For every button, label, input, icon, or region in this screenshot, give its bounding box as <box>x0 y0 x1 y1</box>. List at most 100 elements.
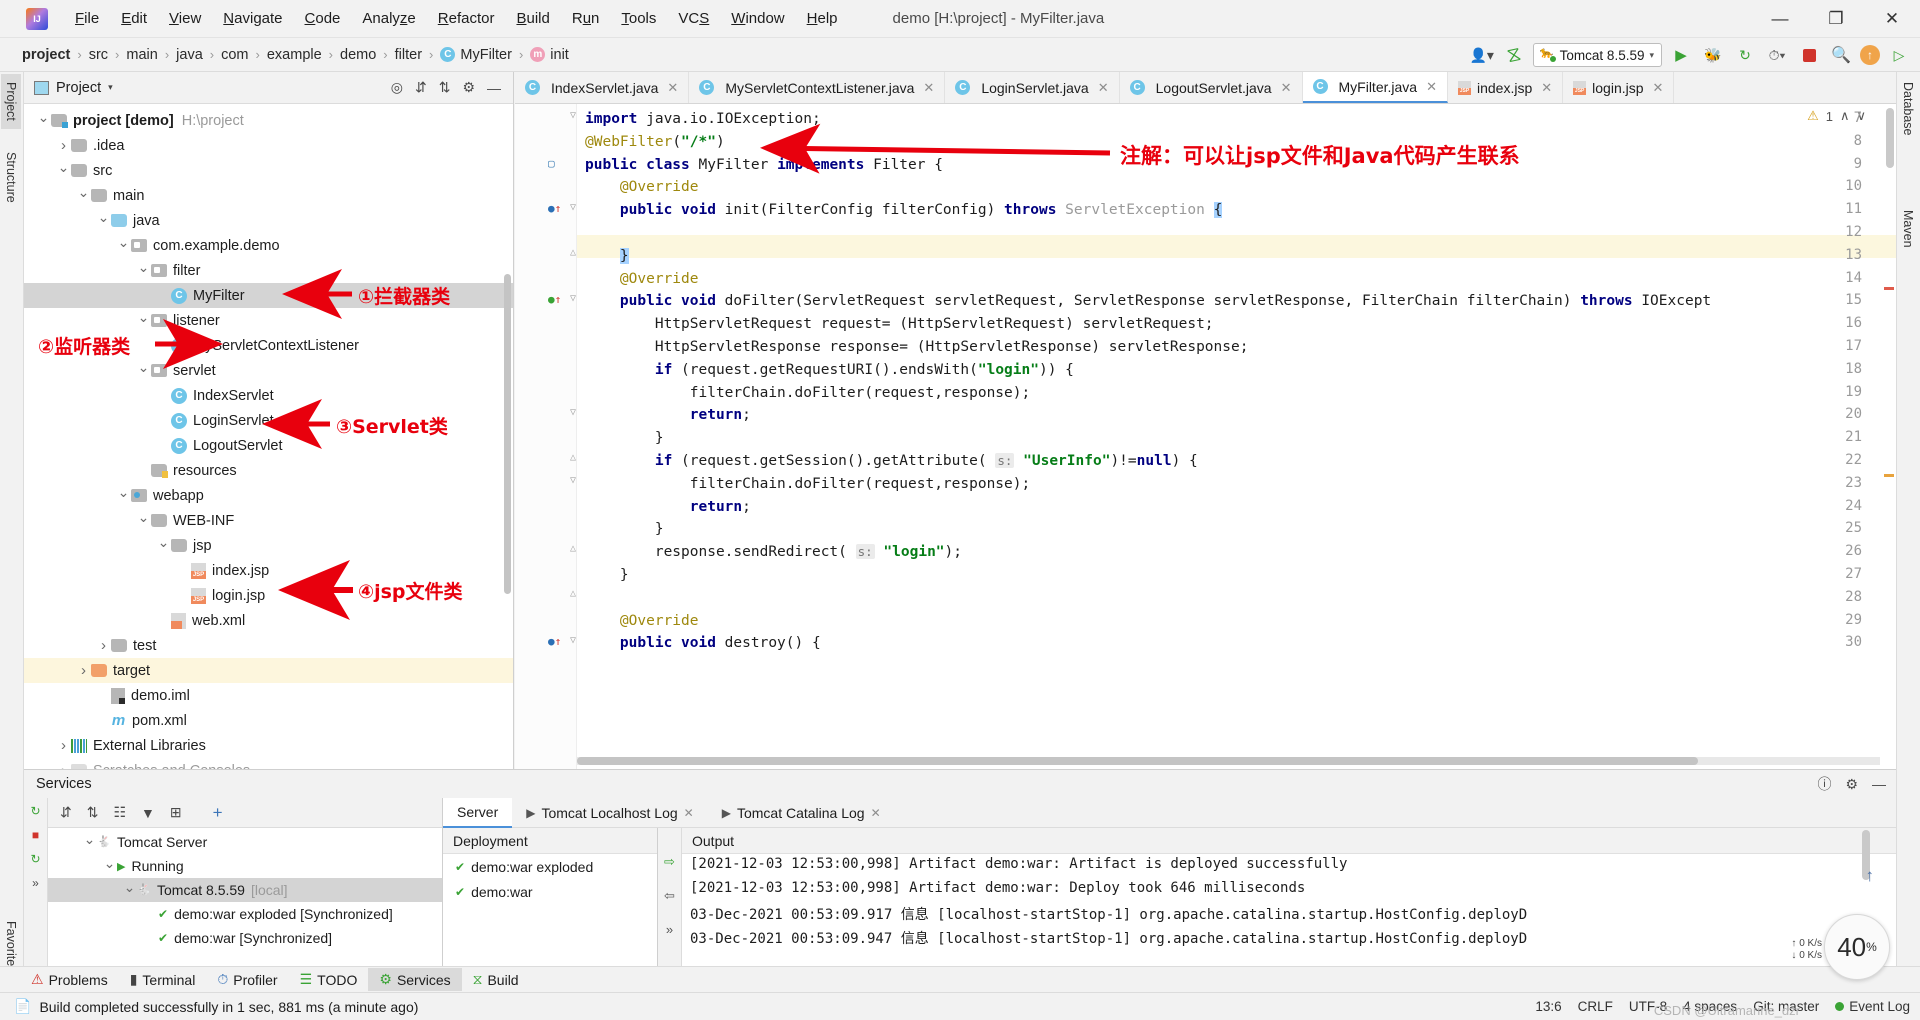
chevron-down-icon[interactable] <box>36 112 51 129</box>
run-icon[interactable]: ▶ <box>1668 43 1694 67</box>
tree-row-webapp[interactable]: webapp <box>24 483 513 508</box>
chevron-right-icon[interactable] <box>76 662 91 679</box>
menu-build[interactable]: Build <box>505 6 560 31</box>
override-marker-icon[interactable]: ●↑ <box>548 202 561 215</box>
deployment-row-war[interactable]: ✔ demo:war <box>443 879 657 904</box>
close-icon[interactable]: ✕ <box>667 80 678 96</box>
project-tree-scrollbar[interactable] <box>504 274 511 594</box>
tool-window-button-maven[interactable]: Maven <box>1898 202 1918 256</box>
stop-icon[interactable]: ■ <box>32 828 39 842</box>
event-log[interactable]: Event Log <box>1835 999 1910 1014</box>
close-button[interactable]: ✕ <box>1864 0 1920 38</box>
chevron-down-icon[interactable] <box>136 512 151 529</box>
more-icon[interactable]: » <box>666 922 673 937</box>
close-icon[interactable]: ✕ <box>871 806 881 820</box>
tree-row-pom-xml[interactable]: m pom.xml <box>24 708 513 733</box>
implements-marker-icon[interactable]: ▢ <box>548 157 555 170</box>
bottom-tab-build[interactable]: ⧖ Build <box>462 968 530 991</box>
settings-icon[interactable]: ⚙ <box>1845 776 1858 793</box>
tree-row-package-com-example-demo[interactable]: com.example.demo <box>24 233 513 258</box>
tree-row-scratches[interactable]: Scratches and Consoles <box>24 758 513 769</box>
fold-marker-icon[interactable]: △ <box>570 452 576 463</box>
fold-marker-icon[interactable]: ▽ <box>570 635 576 646</box>
menu-navigate[interactable]: Navigate <box>212 6 293 31</box>
tree-row-src[interactable]: src <box>24 158 513 183</box>
undeploy-icon[interactable]: ⇦ <box>664 888 675 904</box>
tree-row-resources[interactable]: resources <box>24 458 513 483</box>
fold-marker-icon[interactable]: △ <box>570 588 576 599</box>
deploy-icon[interactable]: ⇨ <box>664 854 675 870</box>
fold-marker-icon[interactable]: ▽ <box>570 202 576 213</box>
hide-icon[interactable]: — <box>1872 776 1886 792</box>
add-tab-icon[interactable]: ⊞ <box>170 804 182 821</box>
tree-row-myfilter[interactable]: C MyFilter <box>24 283 513 308</box>
rerun-icon[interactable]: ↻ <box>30 804 40 818</box>
override-marker-icon[interactable]: ●↑ <box>548 635 561 648</box>
collapse-all-icon[interactable]: ⇵ <box>60 804 72 821</box>
tree-row-loginservlet[interactable]: C LoginServlet <box>24 408 513 433</box>
expand-all-icon[interactable]: ⇅ <box>87 804 99 821</box>
bottom-tab-services[interactable]: ⚙ Services <box>368 968 462 991</box>
tree-row-indexservlet[interactable]: C IndexServlet <box>24 383 513 408</box>
tree-row-web-xml[interactable]: web.xml <box>24 608 513 633</box>
tree-row-java[interactable]: java <box>24 208 513 233</box>
debug-icon[interactable]: 🐝 <box>1700 43 1726 67</box>
tree-row-web-inf[interactable]: WEB-INF <box>24 508 513 533</box>
locate-icon[interactable]: ◎ <box>391 79 403 96</box>
chevron-down-icon[interactable] <box>102 858 117 875</box>
breadcrumb-main[interactable]: main <box>126 47 157 63</box>
breadcrumb-project[interactable]: project <box>22 47 70 63</box>
services-tab-catalina-log[interactable]: ▶ Tomcat Catalina Log ✕ <box>708 798 895 828</box>
menu-analyze[interactable]: Analyze <box>351 6 426 31</box>
editor-vertical-scrollbar[interactable] <box>1886 108 1894 168</box>
menu-run[interactable]: Run <box>561 6 611 31</box>
menu-code[interactable]: Code <box>294 6 352 31</box>
chevron-down-icon[interactable]: ▾ <box>108 82 113 93</box>
close-icon[interactable]: ✕ <box>684 806 694 820</box>
breadcrumb-demo[interactable]: demo <box>340 47 376 63</box>
services-row-running[interactable]: ▶ Running <box>48 854 442 878</box>
tree-row-logoutservlet[interactable]: C LogoutServlet <box>24 433 513 458</box>
menu-refactor[interactable]: Refactor <box>427 6 506 31</box>
services-row-war-exploded[interactable]: ✔ demo:war exploded [Synchronized] <box>48 902 442 926</box>
close-icon[interactable]: ✕ <box>1098 80 1109 96</box>
menu-help[interactable]: Help <box>796 6 849 31</box>
chevron-down-icon[interactable] <box>116 487 131 504</box>
editor-tab-loginservlet[interactable]: C LoginServlet.java ✕ <box>945 72 1120 103</box>
maximize-button[interactable]: ❐ <box>1808 0 1864 38</box>
fold-marker-icon[interactable]: ▽ <box>570 110 576 121</box>
tree-row-test[interactable]: test <box>24 633 513 658</box>
tree-row-jsp-folder[interactable]: jsp <box>24 533 513 558</box>
tree-row-main[interactable]: main <box>24 183 513 208</box>
search-icon[interactable]: 🔍 <box>1828 43 1854 67</box>
breadcrumb-com[interactable]: com <box>221 47 248 63</box>
tool-window-button-project[interactable]: Project <box>1 74 21 129</box>
tree-row-target[interactable]: target <box>24 658 513 683</box>
close-icon[interactable]: ✕ <box>1281 80 1292 96</box>
tree-row-idea[interactable]: .idea <box>24 133 513 158</box>
breadcrumb-src[interactable]: src <box>89 47 108 63</box>
close-icon[interactable]: ✕ <box>923 80 934 96</box>
hide-icon[interactable]: — <box>487 80 501 96</box>
fold-marker-icon[interactable]: ▽ <box>570 293 576 304</box>
breadcrumb-init[interactable]: m init <box>530 47 569 63</box>
chevron-down-icon[interactable] <box>136 312 151 329</box>
editor-tab-logoutservlet[interactable]: C LogoutServlet.java ✕ <box>1120 72 1303 103</box>
chevron-down-icon[interactable] <box>136 262 151 279</box>
bottom-tab-profiler[interactable]: ⏱ Profiler <box>206 968 288 991</box>
fold-marker-icon[interactable]: ▽ <box>570 475 576 486</box>
breadcrumb-myfilter[interactable]: C MyFilter <box>440 47 512 63</box>
caret-position[interactable]: 13:6 <box>1535 999 1561 1014</box>
line-separator[interactable]: CRLF <box>1578 999 1613 1014</box>
stop-icon[interactable] <box>1796 43 1822 67</box>
fold-marker-icon[interactable]: △ <box>570 543 576 554</box>
menu-file[interactable]: File <box>64 6 110 31</box>
expand-icon[interactable]: ⇅ <box>439 79 451 96</box>
chevron-right-icon[interactable] <box>96 637 111 654</box>
breadcrumb-java[interactable]: java <box>176 47 203 63</box>
services-tree[interactable]: 🐇 Tomcat Server ▶ Running 🐇 Tomcat 8.5.5… <box>48 828 442 950</box>
bottom-tab-terminal[interactable]: ▮ Terminal <box>119 968 207 991</box>
scroll-up-icon[interactable]: ↑ <box>1866 866 1875 886</box>
update-icon[interactable]: ↑ <box>1860 45 1880 65</box>
account-icon[interactable]: 👤▾ <box>1469 43 1495 67</box>
